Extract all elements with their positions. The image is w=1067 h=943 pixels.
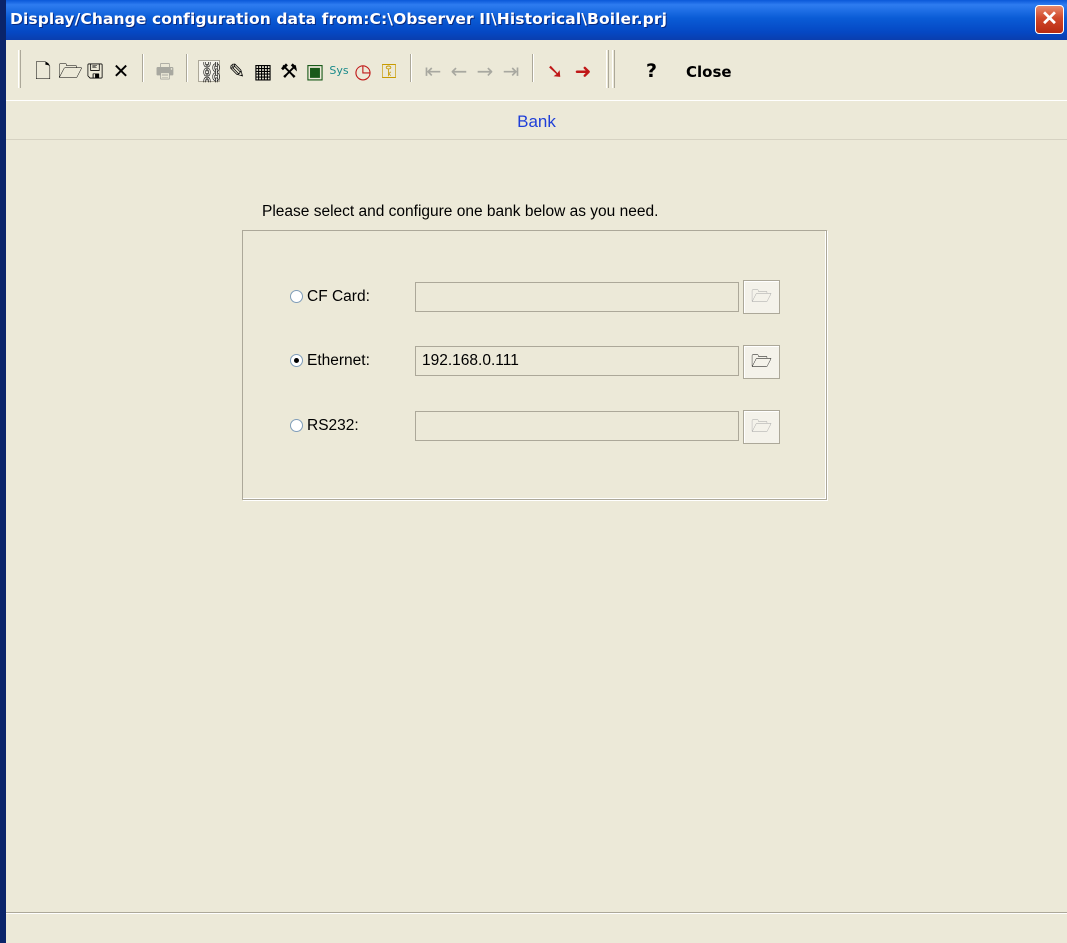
cf-card-label: CF Card: [307,288,370,305]
ethernet-label: Ethernet: [307,352,370,369]
toolbar-separator [186,54,188,82]
window-left-border [0,0,6,943]
help-button[interactable]: ? [646,60,657,82]
section-header: Bank [6,100,1067,140]
toolbar-separator [532,54,534,82]
sys-icon[interactable]: Sys [328,60,350,82]
cf-card-radio[interactable] [290,290,303,303]
ethernet-field[interactable]: 192.168.0.111 [415,346,739,376]
rs232-radio[interactable] [290,419,303,432]
next-record-icon[interactable]: → [474,60,496,82]
bank-group-box: CF Card: 🗁 Ethernet: 192.168.0.111 🗁 RS2… [242,230,827,500]
cf-card-field[interactable] [415,282,739,312]
import-icon[interactable]: ➘ [544,60,566,82]
folder-icon: 🗁 [750,417,773,437]
network-icon[interactable]: ⛓ [198,60,224,83]
last-record-icon[interactable]: ⇥ [500,60,522,82]
rs232-field[interactable] [415,411,739,441]
toolbar-grip[interactable] [612,50,615,88]
first-record-icon[interactable]: ⇤ [422,60,444,82]
prev-record-icon[interactable]: ← [448,60,470,82]
close-button[interactable]: Close [686,63,732,81]
title-bar[interactable]: Display/Change configuration data from:C… [0,0,1067,40]
rs232-label: RS232: [307,417,359,434]
instruction-text: Please select and configure one bank bel… [262,203,659,220]
window-close-button[interactable]: ✕ [1035,5,1064,34]
calculator-icon[interactable]: ▦ [252,60,274,82]
new-file-icon[interactable]: 🗋 [32,60,54,82]
save-icon[interactable]: 🖫 [84,60,106,82]
folder-icon: 🗁 [750,287,773,307]
status-bar [6,912,1067,943]
toolbar-grip[interactable] [18,50,21,88]
rs232-browse-button[interactable]: 🗁 [743,410,780,444]
delete-icon[interactable]: ✕ [110,60,132,82]
ethernet-browse-button[interactable]: 🗁 [743,345,780,379]
key-icon[interactable]: ⚿ [378,60,400,82]
ethernet-radio[interactable] [290,354,303,367]
config-window: Display/Change configuration data from:C… [0,0,1067,943]
open-folder-icon[interactable]: 🗁 [58,60,83,82]
clock-icon[interactable]: ◷ [352,60,374,82]
window-title: Display/Change configuration data from:C… [10,10,668,28]
toolbar-separator [142,54,144,82]
pencil-icon[interactable]: ✎ [226,60,248,82]
print-icon[interactable]: 🖶 [154,60,176,82]
cf-card-browse-button[interactable]: 🗁 [743,280,780,314]
tools-icon[interactable]: ⚒ [278,60,300,82]
export-icon[interactable]: ➜ [572,60,594,82]
toolbar-separator [410,54,412,82]
section-title: Bank [517,112,556,131]
monitor-icon[interactable]: ▣ [304,60,326,82]
folder-icon: 🗁 [750,352,773,372]
toolbar-grip[interactable] [606,50,609,88]
